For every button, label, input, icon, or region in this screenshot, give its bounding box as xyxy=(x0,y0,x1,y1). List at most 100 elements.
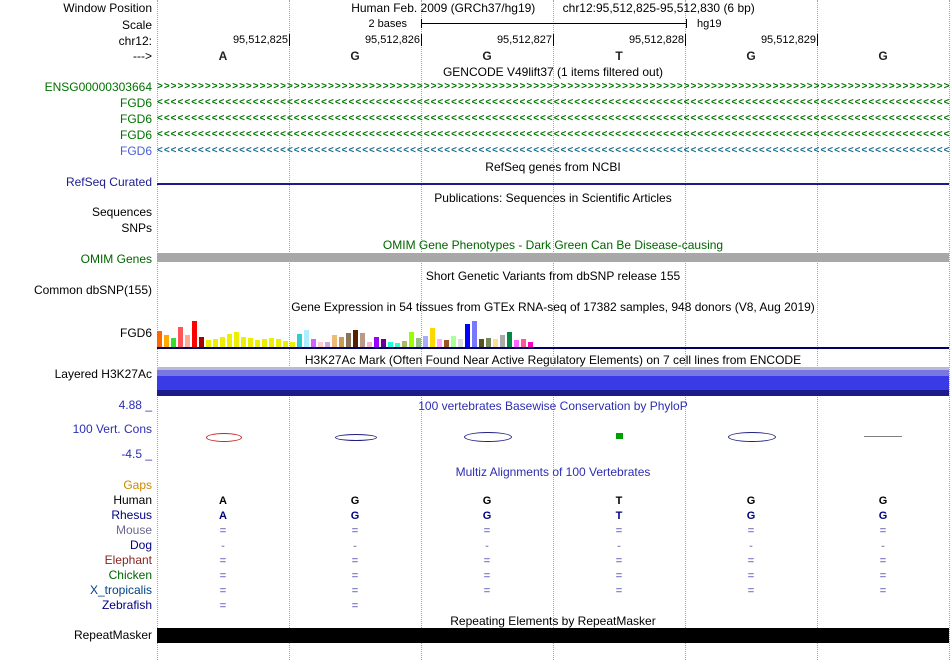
alignment-cell: A xyxy=(219,510,227,522)
alignment-cell: = xyxy=(219,585,227,597)
gtex-title[interactable]: Gene Expression in 54 tissues from GTEx … xyxy=(157,301,949,314)
gtex-tissue-bar[interactable] xyxy=(339,337,344,347)
alignment-cell: G xyxy=(350,510,360,522)
repeatmasker-title[interactable]: Repeating Elements by RepeatMasker xyxy=(157,615,949,628)
h3k27ac-title[interactable]: H3K27Ac Mark (Often Found Near Active Re… xyxy=(157,354,949,367)
gene-model-arrows[interactable]: <<<<<<<<<<<<<<<<<<<<<<<<<<<<<<<<<<<<<<<<… xyxy=(157,97,949,109)
gtex-tissue-bar[interactable] xyxy=(521,339,526,347)
gtex-tissue-bar[interactable] xyxy=(486,338,491,347)
omim-title[interactable]: OMIM Gene Phenotypes - Dark Green Can Be… xyxy=(157,239,949,252)
repeatmasker-element-bar[interactable] xyxy=(157,628,949,643)
gtex-axis-line xyxy=(157,347,949,349)
species-label[interactable]: Mouse xyxy=(116,524,152,537)
assembly-text: Human Feb. 2009 (GRCh37/hg19) xyxy=(351,1,536,15)
gtex-tissue-bar[interactable] xyxy=(241,337,246,347)
sequences-label[interactable]: Sequences xyxy=(92,206,152,219)
reference-base: G xyxy=(746,49,756,63)
gene-label[interactable]: ENSG00000303664 xyxy=(45,81,152,94)
gtex-tissue-bar[interactable] xyxy=(514,340,519,347)
gtex-tissue-bar[interactable] xyxy=(493,339,498,347)
gtex-tissue-bar[interactable] xyxy=(297,334,302,347)
h3k27ac-signal-band[interactable] xyxy=(157,390,949,396)
repeatmasker-label[interactable]: RepeatMasker xyxy=(74,629,152,642)
gtex-tissue-bar[interactable] xyxy=(423,336,428,347)
gtex-tissue-bar[interactable] xyxy=(227,334,232,347)
gtex-gene-label[interactable]: FGD6 xyxy=(120,327,152,340)
alignment-cell: = xyxy=(879,555,887,567)
gtex-tissue-bar[interactable] xyxy=(465,324,470,347)
species-label[interactable]: Gaps xyxy=(123,479,152,492)
alignment-cell: - xyxy=(221,540,225,552)
gtex-tissue-bar[interactable] xyxy=(451,336,456,347)
gtex-tissue-bar[interactable] xyxy=(374,337,379,347)
species-label[interactable]: Rhesus xyxy=(111,509,152,522)
gtex-tissue-bar[interactable] xyxy=(381,339,386,347)
gene-model-arrows[interactable]: <<<<<<<<<<<<<<<<<<<<<<<<<<<<<<<<<<<<<<<<… xyxy=(157,145,949,157)
gtex-tissue-bar[interactable] xyxy=(479,339,484,347)
omim-gene-bar[interactable] xyxy=(157,253,949,262)
refseq-gene-bar[interactable] xyxy=(157,183,949,185)
alignment-cell: = xyxy=(879,570,887,582)
gene-label[interactable]: FGD6 xyxy=(120,145,152,158)
gene-label[interactable]: FGD6 xyxy=(120,97,152,110)
gtex-tissue-bar[interactable] xyxy=(157,331,162,347)
gtex-tissue-bar[interactable] xyxy=(360,333,365,347)
species-label[interactable]: Elephant xyxy=(105,554,152,567)
gene-label[interactable]: FGD6 xyxy=(120,129,152,142)
gtex-tissue-bar[interactable] xyxy=(171,338,176,347)
h3k27ac-signal-band[interactable] xyxy=(157,376,949,390)
gencode-title[interactable]: GENCODE V49lift37 (1 items filtered out) xyxy=(157,66,949,79)
species-label[interactable]: Chicken xyxy=(109,569,152,582)
gtex-tissue-bar[interactable] xyxy=(416,338,421,347)
gene-label[interactable]: FGD6 xyxy=(120,113,152,126)
species-label[interactable]: Dog xyxy=(130,539,152,552)
phylop-title[interactable]: 100 vertebrates Basewise Conservation by… xyxy=(157,400,949,413)
gtex-tissue-bar[interactable] xyxy=(164,335,169,347)
gtex-tissue-bar[interactable] xyxy=(269,338,274,347)
gtex-tissue-bar[interactable] xyxy=(213,339,218,347)
dbsnp-title[interactable]: Short Genetic Variants from dbSNP releas… xyxy=(157,270,949,283)
gtex-tissue-bar[interactable] xyxy=(458,339,463,347)
gtex-tissue-bar[interactable] xyxy=(304,330,309,347)
phylop-track-label[interactable]: 100 Vert. Cons xyxy=(73,423,152,436)
gtex-tissue-bar[interactable] xyxy=(311,339,316,347)
gtex-tissue-bar[interactable] xyxy=(507,332,512,347)
gtex-tissue-bar[interactable] xyxy=(255,340,260,347)
gtex-tissue-bar[interactable] xyxy=(262,339,267,347)
gene-model-arrows[interactable]: <<<<<<<<<<<<<<<<<<<<<<<<<<<<<<<<<<<<<<<<… xyxy=(157,113,949,125)
gtex-tissue-bar[interactable] xyxy=(185,335,190,347)
gtex-tissue-bar[interactable] xyxy=(500,335,505,347)
gtex-tissue-bar[interactable] xyxy=(192,321,197,347)
omim-genes-label[interactable]: OMIM Genes xyxy=(81,253,152,266)
gtex-tissue-bar[interactable] xyxy=(178,327,183,347)
gtex-tissue-bar[interactable] xyxy=(234,332,239,347)
species-label[interactable]: X_tropicalis xyxy=(90,584,152,597)
h3k27ac-label[interactable]: Layered H3K27Ac xyxy=(55,368,152,381)
gtex-tissue-bar[interactable] xyxy=(248,338,253,347)
gtex-tissue-bar[interactable] xyxy=(409,332,414,347)
species-label[interactable]: Human xyxy=(113,494,152,507)
common-dbsnp-label[interactable]: Common dbSNP(155) xyxy=(34,284,152,297)
gene-model-arrows[interactable]: <<<<<<<<<<<<<<<<<<<<<<<<<<<<<<<<<<<<<<<<… xyxy=(157,129,949,141)
refseq-curated-label[interactable]: RefSeq Curated xyxy=(66,176,152,189)
gtex-tissue-bar[interactable] xyxy=(276,339,281,347)
gene-model-arrows[interactable]: >>>>>>>>>>>>>>>>>>>>>>>>>>>>>>>>>>>>>>>>… xyxy=(157,81,949,93)
gtex-tissue-bar[interactable] xyxy=(199,337,204,347)
gtex-tissue-bar[interactable] xyxy=(437,339,442,347)
refseq-title[interactable]: RefSeq genes from NCBI xyxy=(157,161,949,174)
gtex-expression-barchart xyxy=(157,317,949,347)
gtex-tissue-bar[interactable] xyxy=(430,328,435,347)
publications-title[interactable]: Publications: Sequences in Scientific Ar… xyxy=(157,192,949,205)
snps-label[interactable]: SNPs xyxy=(121,222,152,235)
scale-value: 2 bases xyxy=(368,18,407,30)
gtex-tissue-bar[interactable] xyxy=(444,340,449,347)
gtex-tissue-bar[interactable] xyxy=(472,321,477,347)
multiz-title[interactable]: Multiz Alignments of 100 Vertebrates xyxy=(157,466,949,479)
gtex-tissue-bar[interactable] xyxy=(346,333,351,347)
gtex-tissue-bar[interactable] xyxy=(220,337,225,347)
gtex-tissue-bar[interactable] xyxy=(353,330,358,347)
alignment-cell: = xyxy=(483,585,491,597)
gtex-tissue-bar[interactable] xyxy=(332,335,337,347)
gtex-tissue-bar[interactable] xyxy=(206,340,211,347)
species-label[interactable]: Zebrafish xyxy=(102,599,152,612)
